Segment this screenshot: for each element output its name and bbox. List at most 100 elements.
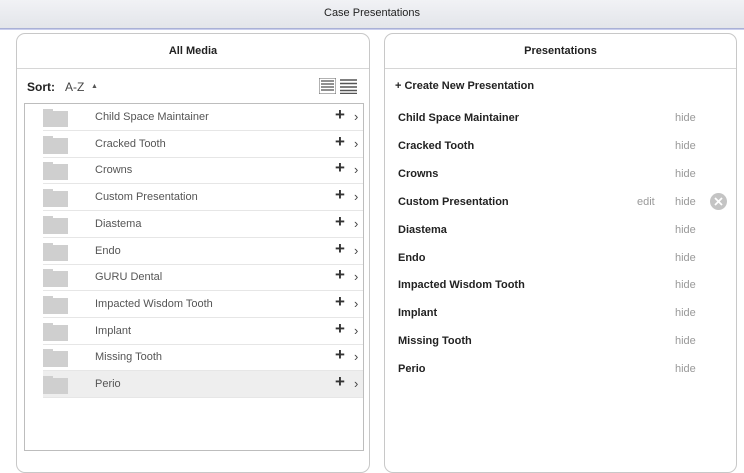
presentation-item[interactable]: Impacted Wisdom Tooth hide (385, 272, 738, 300)
compact-list-view-icon[interactable] (340, 78, 357, 94)
presentation-item[interactable]: Custom Presentation edit hide (385, 189, 738, 217)
presentation-item[interactable]: Diastema hide (385, 217, 738, 245)
presentation-name: Implant (398, 307, 438, 320)
media-item-name: Custom Presentation (95, 191, 198, 204)
media-item[interactable]: Endo + › (43, 238, 363, 265)
presentation-item[interactable]: Cracked Tooth hide (385, 133, 738, 161)
detail-list-view-icon[interactable] (319, 78, 336, 94)
folder-icon (43, 322, 68, 341)
presentation-name: Child Space Maintainer (398, 112, 520, 124)
hide-presentation-link[interactable]: hide (675, 196, 696, 208)
media-item-name: Child Space Maintainer (95, 111, 209, 123)
folder-icon (43, 376, 68, 394)
sort-label: Sort: (27, 80, 55, 94)
open-folder-chevron-icon[interactable]: › (354, 349, 358, 364)
add-to-presentation-button[interactable]: + (335, 239, 345, 259)
open-folder-chevron-icon[interactable]: › (354, 296, 358, 311)
media-item-name: Crowns (95, 164, 133, 177)
window-title: Case Presentations (324, 7, 420, 19)
create-presentation-button[interactable]: + Create New Presentation (395, 80, 534, 92)
presentation-item[interactable]: Crowns hide (385, 161, 738, 189)
open-folder-chevron-icon[interactable]: › (354, 136, 358, 151)
open-folder-chevron-icon[interactable]: › (354, 216, 358, 231)
add-to-presentation-button[interactable]: + (335, 185, 345, 205)
sort-ascending-icon[interactable]: ▲ (91, 83, 98, 90)
media-item[interactable]: Cracked Tooth + › (43, 131, 363, 158)
media-item[interactable]: Diastema + › (43, 211, 363, 238)
folder-icon (43, 215, 68, 234)
media-item-name: GURU Dental (95, 271, 163, 284)
media-item-name: Endo (95, 244, 121, 257)
presentation-name: Custom Presentation (398, 195, 509, 208)
media-item[interactable]: Implant + › (43, 318, 363, 345)
media-item[interactable]: Child Space Maintainer + › (43, 104, 363, 131)
open-folder-chevron-icon[interactable]: › (354, 189, 358, 204)
open-folder-chevron-icon[interactable]: › (354, 376, 358, 391)
media-item[interactable]: GURU Dental + › (43, 264, 363, 292)
folder-icon (43, 135, 68, 154)
folder-icon (43, 242, 68, 261)
sort-selector[interactable]: A-Z (65, 80, 84, 94)
add-to-presentation-button[interactable]: + (335, 212, 345, 232)
presentation-name: Missing Tooth (398, 335, 472, 348)
presentation-item[interactable]: Endo hide (385, 245, 738, 273)
folder-icon (43, 109, 68, 127)
all-media-panel: All Media Sort: A-Z ▲ Child Space Mainta… (16, 33, 370, 473)
media-item-name: Cracked Tooth (95, 137, 166, 150)
delete-presentation-icon[interactable] (710, 192, 727, 210)
all-media-header: All Media (17, 34, 369, 69)
open-folder-chevron-icon[interactable]: › (354, 323, 358, 338)
hide-presentation-link[interactable]: hide (675, 363, 696, 375)
add-to-presentation-button[interactable]: + (335, 372, 345, 392)
hide-presentation-link[interactable]: hide (675, 307, 696, 319)
presentation-name: Cracked Tooth (398, 139, 475, 152)
hide-presentation-link[interactable]: hide (675, 335, 696, 347)
presentation-name: Impacted Wisdom Tooth (398, 279, 525, 292)
open-folder-chevron-icon[interactable]: › (354, 269, 358, 284)
folder-icon (43, 295, 68, 314)
media-item-name: Implant (95, 324, 132, 337)
add-to-presentation-button[interactable]: + (335, 292, 345, 312)
add-to-presentation-button[interactable]: + (335, 265, 345, 285)
hide-presentation-link[interactable]: hide (675, 224, 696, 236)
open-folder-chevron-icon[interactable]: › (354, 243, 358, 258)
media-item-name: Perio (95, 378, 121, 390)
folder-icon (43, 349, 68, 368)
media-list: Child Space Maintainer + › Cracked Tooth + › C… (24, 103, 364, 451)
open-folder-chevron-icon[interactable]: › (354, 109, 358, 124)
hide-presentation-link[interactable]: hide (675, 140, 696, 152)
sort-bar: Sort: A-Z ▲ (17, 69, 369, 103)
hide-presentation-link[interactable]: hide (675, 168, 696, 180)
presentation-item[interactable]: Implant hide (385, 300, 738, 328)
media-item[interactable]: Perio + › (43, 371, 363, 398)
title-bar: Case Presentations (0, 0, 744, 29)
presentation-item[interactable]: Child Space Maintainer hide (385, 105, 738, 133)
media-item[interactable]: Custom Presentation + › (43, 184, 363, 212)
folder-icon (43, 269, 68, 288)
edit-presentation-link[interactable]: edit (637, 196, 655, 208)
presentation-name: Perio (398, 363, 426, 376)
add-to-presentation-button[interactable]: + (335, 345, 345, 365)
presentation-item[interactable]: Perio hide (385, 356, 738, 384)
add-to-presentation-button[interactable]: + (335, 132, 345, 152)
presentation-name: Diastema (398, 223, 447, 236)
media-item-name: Missing Tooth (95, 351, 163, 364)
presentations-header: Presentations (385, 34, 736, 69)
presentation-name: Crowns (398, 167, 439, 180)
add-to-presentation-button[interactable]: + (335, 319, 345, 339)
presentation-item[interactable]: Missing Tooth hide (385, 328, 738, 356)
media-item[interactable]: Crowns + › (43, 157, 363, 185)
media-item[interactable]: Impacted Wisdom Tooth + › (43, 291, 363, 318)
hide-presentation-link[interactable]: hide (675, 252, 696, 264)
add-to-presentation-button[interactable]: + (335, 158, 345, 178)
open-folder-chevron-icon[interactable]: › (354, 162, 358, 177)
hide-presentation-link[interactable]: hide (675, 279, 696, 291)
presentations-panel: Presentations + Create New Presentation … (384, 33, 737, 473)
add-to-presentation-button[interactable]: + (335, 105, 345, 125)
hide-presentation-link[interactable]: hide (675, 112, 696, 124)
folder-icon (43, 189, 68, 208)
presentation-name: Endo (398, 251, 426, 264)
media-item[interactable]: Missing Tooth + › (43, 344, 363, 372)
media-item-name: Diastema (95, 217, 142, 230)
media-item-name: Impacted Wisdom Tooth (95, 297, 213, 310)
